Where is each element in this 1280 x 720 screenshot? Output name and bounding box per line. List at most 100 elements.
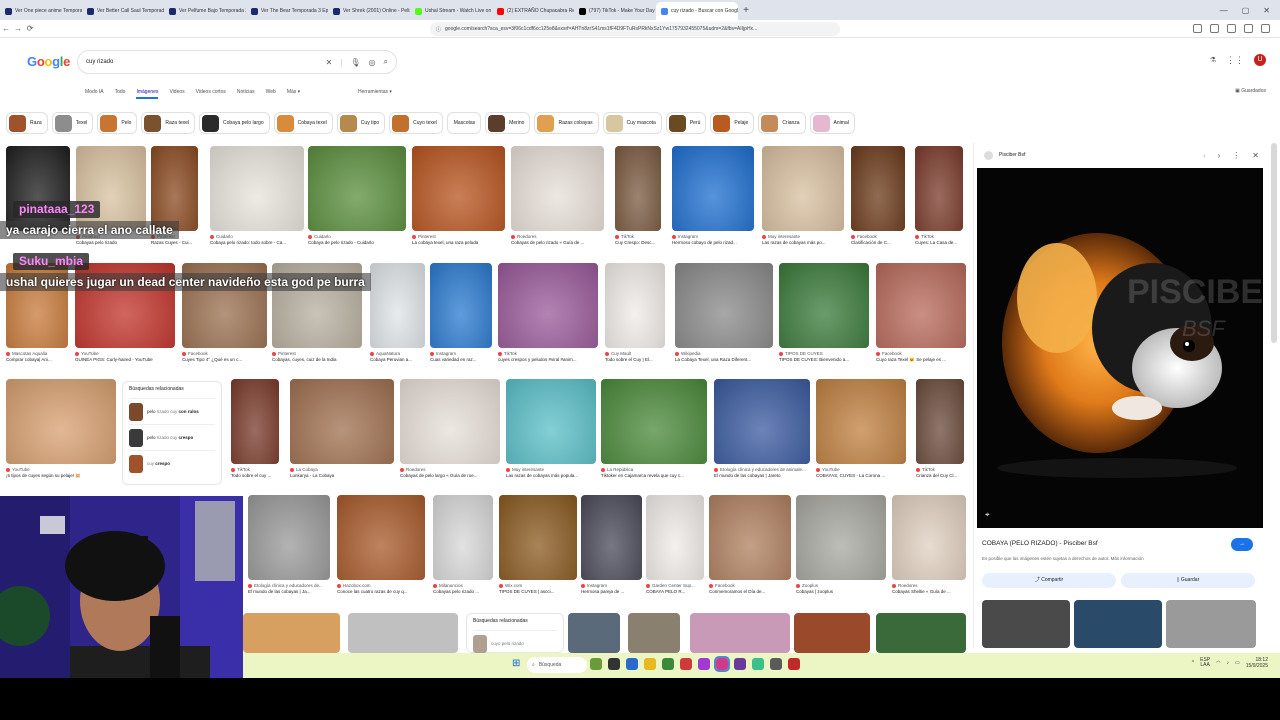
filter-tab[interactable]: Imágenes — [136, 89, 159, 99]
image-result[interactable] — [794, 613, 870, 653]
image-title[interactable]: Cuyes: La Casa de... — [915, 240, 963, 246]
image-result[interactable] — [605, 263, 665, 348]
image-title[interactable]: El mundo de las cobayas | Ja... — [248, 589, 330, 595]
image-result[interactable] — [511, 146, 604, 231]
image-result[interactable] — [690, 613, 790, 653]
filter-tab[interactable]: Web — [266, 89, 276, 99]
image-title[interactable]: Cobaya de pelo rizado - Cuidarlo — [308, 240, 406, 246]
account-avatar[interactable]: U — [1254, 54, 1266, 66]
image-result[interactable] — [816, 379, 906, 464]
image-result[interactable] — [851, 146, 905, 231]
image-result[interactable] — [892, 495, 966, 580]
image-result[interactable] — [675, 263, 773, 348]
image-result[interactable] — [601, 379, 707, 464]
image-title[interactable]: Cobayas | zooplus — [796, 589, 886, 595]
close-preview-button[interactable]: ✕ — [1252, 151, 1259, 160]
search-icon[interactable]: ⌕ — [384, 57, 388, 67]
image-title[interactable]: La Cobaya Texel, una Raza Diferent... — [675, 357, 773, 363]
image-title[interactable]: Razas Cuyes - Cui... — [151, 240, 198, 246]
image-title[interactable]: Cobayas pelo rizado — [76, 240, 146, 246]
image-result[interactable] — [714, 379, 810, 464]
clock[interactable]: 18:12 15/9/2025 — [1246, 657, 1268, 669]
language-indicator[interactable]: ESP LAA — [1200, 658, 1210, 668]
page-scrollbar[interactable] — [1271, 143, 1277, 343]
image-result[interactable] — [433, 495, 493, 580]
image-result[interactable] — [762, 146, 844, 231]
app-icon[interactable] — [734, 658, 746, 670]
refinement-chip[interactable]: Cobaya pelo largo — [199, 112, 270, 134]
image-result[interactable] — [796, 495, 886, 580]
preview-site-name[interactable]: Pisciber Bsf — [999, 152, 1025, 158]
image-result[interactable] — [430, 263, 492, 348]
image-result[interactable] — [231, 379, 279, 464]
apps-grid-icon[interactable]: ⋮⋮ — [1226, 55, 1244, 66]
image-result[interactable] — [248, 495, 330, 580]
image-result[interactable] — [290, 379, 394, 464]
image-result[interactable] — [779, 263, 869, 348]
image-title[interactable]: Tiktoker en Cajamarca revela que cuy c..… — [601, 473, 707, 479]
image-result[interactable] — [308, 146, 406, 231]
image-title[interactable]: Cobaya pelo rizado: todo sobre - Ca... — [210, 240, 304, 246]
refinement-chip[interactable]: Mascotas — [446, 112, 482, 134]
edge-icon[interactable] — [626, 658, 638, 670]
close-window-icon[interactable]: ✕ — [1263, 6, 1270, 15]
image-title[interactable]: Cobayas pelo rizado ... — [433, 589, 493, 595]
refinement-chip[interactable]: Cuy tipo — [336, 112, 386, 134]
saved-button[interactable]: ▣ Guardados — [1235, 88, 1266, 94]
clear-search-icon[interactable]: ✕ — [326, 58, 333, 67]
related-image-thumb[interactable] — [982, 600, 1070, 648]
widgets-icon[interactable] — [590, 658, 602, 670]
image-title[interactable]: Hermoso cobayo de pelo rizad... — [672, 240, 754, 246]
image-title[interactable]: Comprar cobaya| Ani... — [6, 357, 68, 363]
image-result[interactable] — [581, 495, 642, 580]
image-result[interactable] — [568, 613, 620, 653]
related-image-thumb[interactable] — [1074, 600, 1162, 648]
browser-tab[interactable]: Ver One piece anime Temporada 3 Episo✕ — [0, 2, 82, 20]
image-title[interactable]: Cobayas Sheltie « Guía de ... — [892, 589, 966, 595]
app-icon[interactable] — [788, 658, 800, 670]
browser-tab[interactable]: Ver Better Call Saul Temporada 2 Epi✕ — [82, 2, 164, 20]
image-result[interactable] — [151, 146, 198, 231]
lens-search-icon[interactable]: ⌖ — [985, 510, 990, 520]
tools-button[interactable]: Herramientas ▾ — [358, 89, 392, 95]
lens-icon[interactable]: ◎ — [369, 58, 376, 67]
image-title[interactable]: COBAYA PELO R... — [646, 589, 704, 595]
star-icon[interactable] — [1193, 24, 1202, 33]
image-result[interactable] — [400, 379, 500, 464]
image-title[interactable]: El mundo de las cobayas | Jareto — [714, 473, 810, 479]
image-title[interactable]: Crianza del Cuy Cl... — [916, 473, 964, 479]
related-search-item[interactable]: cuy crespo — [129, 450, 215, 476]
search-query[interactable]: cuy rizado — [86, 59, 113, 65]
image-result[interactable] — [876, 263, 966, 348]
app-icon[interactable] — [770, 658, 782, 670]
preview-title[interactable]: COBAYA (PELO RIZADO) - Pisciber Bsf — [982, 540, 1098, 547]
image-result[interactable] — [915, 146, 963, 231]
image-result[interactable] — [348, 613, 458, 653]
image-result[interactable] — [672, 146, 754, 231]
store-icon[interactable] — [698, 658, 710, 670]
app-icon[interactable] — [662, 658, 674, 670]
image-title[interactable]: Cobaya Peruvian a... — [370, 357, 425, 363]
volume-icon[interactable]: ♪ — [1227, 660, 1230, 666]
image-title[interactable]: TIPOS DE CUYES | ascci... — [499, 589, 577, 595]
image-title[interactable]: Hermosa pareja de ... — [581, 589, 642, 595]
filter-tab[interactable]: Más ▾ — [287, 89, 300, 99]
image-title[interactable]: Cobayas de pelo largo « Guía de roe... — [400, 473, 500, 479]
address-bar[interactable]: ⓘ google.com/search?sca_esv=3f06c1cdf6cc… — [430, 22, 840, 36]
microphone-icon[interactable]: 🎙 — [350, 58, 360, 67]
google-logo[interactable]: Google — [27, 54, 70, 69]
browser-tab[interactable]: (2) EXTRAÑO Chupacabra Real En Mi C✕ — [492, 2, 574, 20]
prev-image-button[interactable]: ‹ — [1203, 151, 1206, 160]
image-title[interactable]: Cuyo raza Texel 😺 Se pelaje es ... — [876, 357, 966, 363]
image-title[interactable]: Cobayas, cuyes, cuiz de la India — [272, 357, 362, 363]
image-title[interactable]: cuyes crespos y peludos #viral #anim... — [498, 357, 598, 363]
new-tab-button[interactable]: + — [738, 5, 754, 16]
image-result[interactable] — [916, 379, 964, 464]
collections-icon[interactable] — [1244, 24, 1253, 33]
refinement-chip[interactable]: Texel — [51, 112, 94, 134]
wifi-icon[interactable]: ◠ — [1216, 660, 1220, 666]
browser-tab[interactable]: cuy rizado - Buscar con Google✕ — [656, 2, 738, 20]
image-title[interactable]: ¡6 tipos de cuyes según su pelaje! 🐹 — [6, 473, 116, 479]
filter-tab[interactable]: Todo — [115, 89, 126, 99]
related-image-thumb[interactable] — [1166, 600, 1256, 648]
